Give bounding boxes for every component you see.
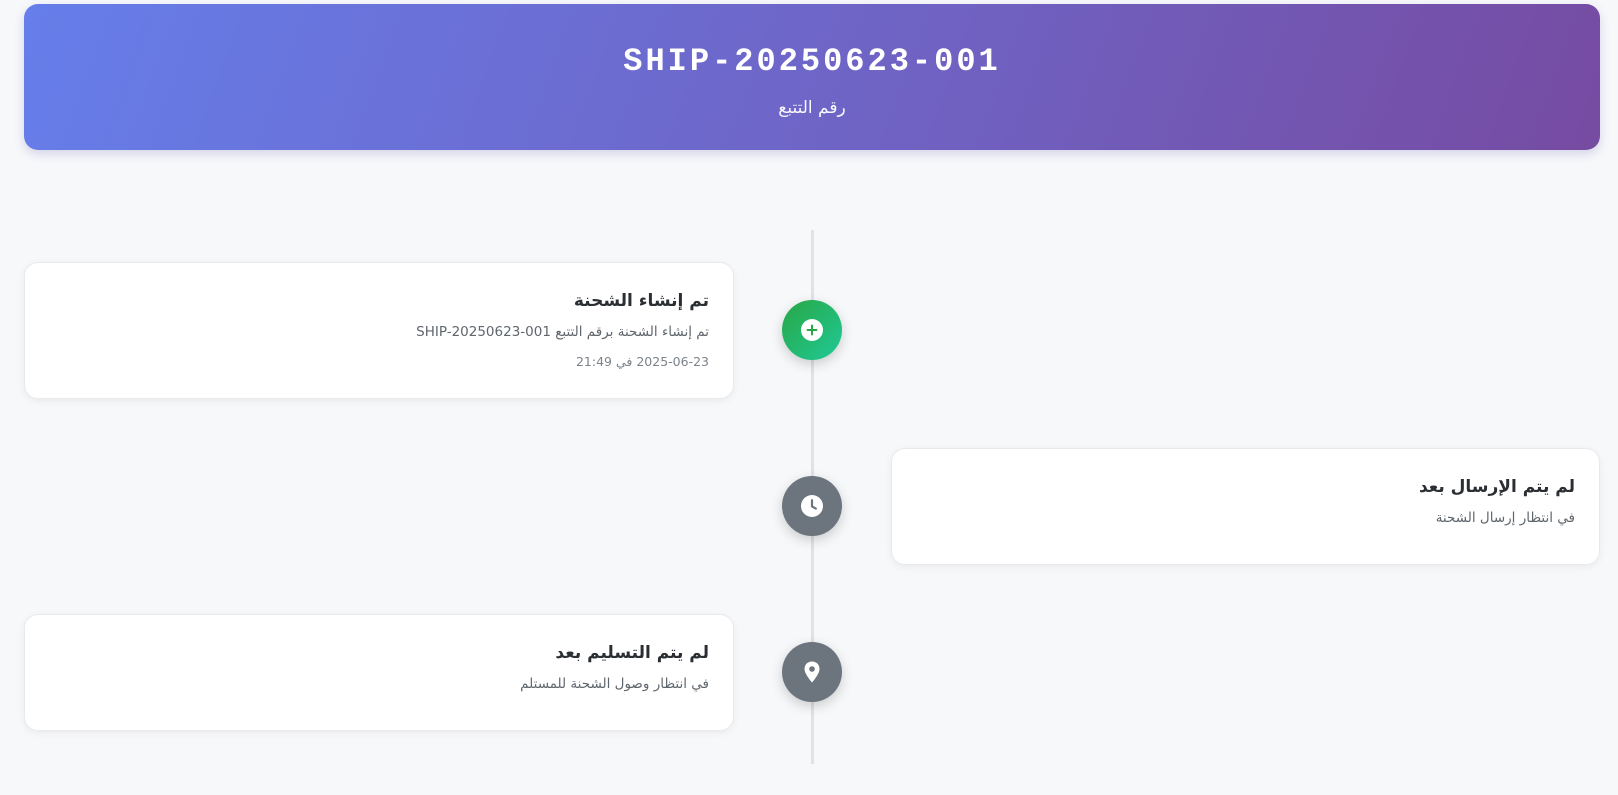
tracking-header: SHIP-20250623-001 رقم التتبع — [24, 4, 1600, 150]
event-title: لم يتم الإرسال بعد — [1418, 477, 1575, 497]
event-title: لم يتم التسليم بعد — [555, 643, 709, 663]
timeline-card-delivery: لم يتم التسليم بعد في انتظار وصول الشحنة… — [24, 614, 734, 731]
timeline-marker-created — [782, 300, 842, 360]
event-description: تم إنشاء الشحنة برقم التتبع SHIP-2025062… — [416, 324, 709, 340]
tracking-label: رقم التتبع — [778, 98, 846, 118]
event-description: في انتظار وصول الشحنة للمستلم — [520, 676, 709, 692]
tracking-number: SHIP-20250623-001 — [623, 43, 1001, 80]
timeline-card-created: تم إنشاء الشحنة تم إنشاء الشحنة برقم الت… — [24, 262, 734, 399]
timeline-marker-delivery — [782, 642, 842, 702]
event-title: تم إنشاء الشحنة — [573, 291, 709, 311]
map-pin-icon — [804, 661, 820, 683]
plus-icon — [801, 319, 823, 341]
timeline-card-shipping: لم يتم الإرسال بعد في انتظار إرسال الشحن… — [891, 448, 1600, 565]
event-timestamp: 2025-06-23 في 21:49 — [575, 354, 709, 369]
clock-icon — [801, 495, 823, 517]
event-description: في انتظار إرسال الشحنة — [1435, 510, 1575, 526]
timeline-marker-shipping — [782, 476, 842, 536]
